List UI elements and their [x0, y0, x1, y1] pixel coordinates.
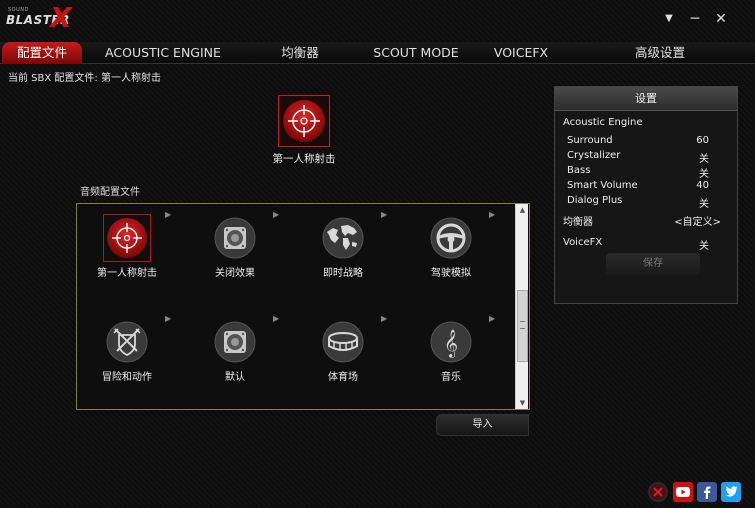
profile-music[interactable]: 𝄞 音乐 ▶ — [401, 314, 501, 394]
setting-row-bass: Bass 关 — [555, 165, 739, 180]
tab-acoustic-engine[interactable]: ACOUSTIC ENGINE — [98, 42, 228, 64]
arrow-right-icon[interactable]: ▶ — [273, 314, 281, 324]
profile-effects-off[interactable]: 关闭效果 ▶ — [185, 210, 285, 290]
arrow-right-icon[interactable]: ▶ — [381, 314, 389, 324]
profile-label: 即时战略 — [323, 268, 363, 279]
dropdown-menu-button[interactable]: ▼ — [660, 10, 678, 28]
close-circle-icon[interactable] — [648, 482, 668, 502]
profile-label: 驾驶模拟 — [431, 268, 471, 279]
speaker-icon — [214, 217, 256, 259]
soundblasterx-logo: SOUND BLASTER X — [6, 1, 76, 35]
scroll-up-arrow-icon[interactable]: ▲ — [516, 204, 529, 216]
tab-voicefx[interactable]: VOICEFX — [484, 42, 558, 64]
grip-icon — [520, 321, 525, 329]
audio-profiles-title: 音频配置文件 — [80, 187, 140, 198]
profile-first-person-shooter[interactable]: 第一人称射击 ▶ — [77, 210, 177, 290]
scroll-down-arrow-icon[interactable]: ▼ — [516, 397, 529, 409]
profile-label: 第一人称射击 — [97, 268, 157, 279]
save-button[interactable]: 保存 — [606, 253, 700, 275]
profile-label: 体育场 — [328, 372, 358, 383]
setting-value: 关 — [699, 199, 709, 210]
tab-advanced-settings[interactable]: 高级设置 — [620, 42, 700, 64]
arrow-right-icon[interactable]: ▶ — [273, 210, 281, 220]
setting-key: Smart Volume — [567, 180, 638, 191]
close-button[interactable]: ✕ — [712, 10, 730, 28]
setting-row-smart-volume: Smart Volume 40 — [555, 180, 739, 194]
arrow-right-icon[interactable]: ▶ — [489, 314, 497, 324]
crossed-swords-shield-icon — [106, 321, 148, 363]
current-profile-text: 当前 SBX 配置文件: 第一人称射击 — [8, 73, 161, 84]
profile-label: 音乐 — [441, 372, 461, 383]
profile-label: 默认 — [225, 372, 245, 383]
setting-key: VoiceFX — [563, 237, 603, 248]
profile-real-time-strategy[interactable]: 即时战略 ▶ — [293, 210, 393, 290]
setting-value: 60 — [696, 135, 709, 146]
arrow-right-icon[interactable]: ▶ — [165, 210, 173, 220]
current-profile-label: 第一人称射击 — [272, 153, 336, 165]
logo-x-mark: X — [50, 1, 72, 34]
setting-key: Bass — [567, 165, 591, 176]
profile-driving-simulation[interactable]: 驾驶模拟 ▶ — [401, 210, 501, 290]
setting-key: Crystalizer — [567, 150, 621, 161]
import-button[interactable]: 导入 — [436, 414, 529, 436]
twitter-icon[interactable] — [721, 482, 741, 502]
world-map-icon — [322, 217, 364, 259]
profile-adventure-action[interactable]: 冒险和动作 ▶ — [77, 314, 177, 394]
tab-scout-mode[interactable]: SCOUT MODE — [364, 42, 468, 64]
setting-row-dialog-plus: Dialog Plus 关 — [555, 195, 739, 210]
setting-value: <自定义> — [674, 217, 721, 228]
setting-key: 均衡器 — [563, 217, 593, 228]
setting-key: Surround — [567, 135, 613, 146]
arrow-right-icon[interactable]: ▶ — [165, 314, 173, 324]
section-label: Acoustic Engine — [563, 117, 643, 128]
setting-row-voicefx: VoiceFX 关 — [555, 237, 739, 252]
arrow-right-icon[interactable]: ▶ — [489, 210, 497, 220]
profile-default[interactable]: 默认 ▶ — [185, 314, 285, 394]
setting-value: 关 — [699, 241, 709, 252]
tab-equalizer[interactable]: 均衡器 — [262, 42, 338, 64]
treble-clef-icon: 𝄞 — [430, 321, 472, 363]
arrow-right-icon[interactable]: ▶ — [381, 210, 389, 220]
setting-value: 关 — [699, 169, 709, 180]
speaker-icon — [214, 321, 256, 363]
settings-title: 设置 — [555, 87, 737, 111]
crosshair-icon — [283, 100, 325, 142]
youtube-icon[interactable] — [673, 482, 693, 502]
profile-stadium[interactable]: 体育场 ▶ — [293, 314, 393, 394]
setting-row-crystalizer: Crystalizer 关 — [555, 150, 739, 165]
setting-row-equalizer: 均衡器 <自定义> — [555, 213, 739, 228]
title-bar: SOUND BLASTER X ▼ ─ ✕ — [0, 0, 755, 40]
scrollbar-thumb[interactable] — [517, 290, 528, 362]
current-profile-icon-frame — [278, 95, 330, 147]
settings-panel: 设置 Acoustic Engine Surround 60 Crystaliz… — [554, 86, 738, 304]
minimize-button[interactable]: ─ — [686, 10, 704, 28]
profiles-scrollbar[interactable]: ▲ ▼ — [515, 204, 528, 409]
tab-profiles[interactable]: 配置文件 — [2, 42, 82, 64]
steering-wheel-icon — [430, 217, 472, 259]
facebook-icon[interactable] — [697, 482, 717, 502]
profile-label: 冒险和动作 — [102, 372, 152, 383]
setting-value: 关 — [699, 154, 709, 165]
setting-value: 40 — [696, 180, 709, 191]
profile-label: 关闭效果 — [215, 268, 255, 279]
setting-key: Dialog Plus — [567, 195, 623, 206]
crosshair-icon — [107, 218, 147, 258]
stadium-icon — [322, 321, 364, 363]
audio-profiles-grid: 第一人称射击 ▶ 关闭效果 ▶ 即时战略 ▶ 驾驶模拟 ▶ 冒险和动作 ▶ 默认… — [76, 203, 530, 410]
settings-section-acoustic-engine: Acoustic Engine — [555, 117, 739, 131]
svg-text:𝄞: 𝄞 — [444, 329, 458, 358]
setting-row-surround: Surround 60 — [555, 135, 739, 149]
main-tab-bar: 配置文件 ACOUSTIC ENGINE 均衡器 SCOUT MODE VOIC… — [0, 42, 755, 64]
